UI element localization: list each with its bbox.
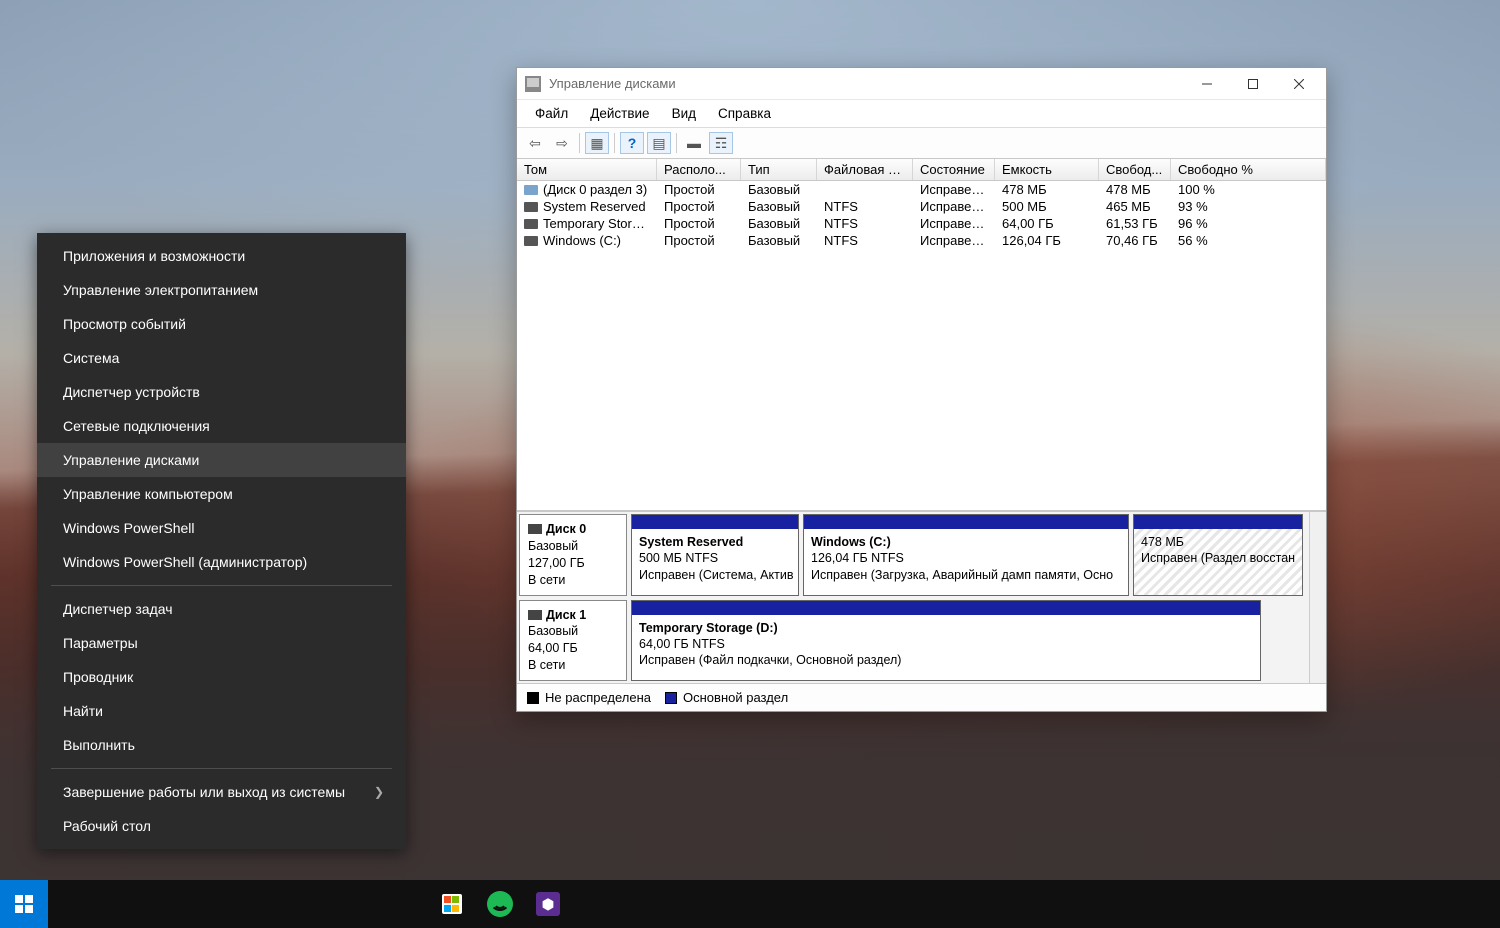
winx-item[interactable]: Windows PowerShell [37,511,406,545]
legend: Не распределена Основной раздел [517,683,1326,711]
taskbar-store-icon[interactable] [428,880,476,928]
legend-primary: Основной раздел [665,690,788,705]
column-header[interactable]: Емкость [995,159,1099,180]
volume-row[interactable]: (Диск 0 раздел 3)ПростойБазовыйИсправен.… [517,181,1326,198]
menu-bar: ФайлДействиеВидСправка [517,100,1326,128]
partition[interactable]: Temporary Storage (D:)64,00 ГБ NTFSИспра… [631,600,1261,682]
windows-icon [15,895,33,913]
disk-icon [528,610,542,620]
properties-button[interactable]: ▤ [647,132,671,154]
toolbar: ⇦ ⇨ ▦ ? ▤ ▬ ☶ [517,128,1326,159]
refresh-button[interactable]: ▦ [585,132,609,154]
menu-separator [51,585,392,586]
menu-item[interactable]: Справка [708,102,781,125]
winx-item[interactable]: Рабочий стол [37,809,406,843]
drive-icon [524,236,538,246]
disk-row: Диск 1Базовый64,00 ГБВ сетиTemporary Sto… [517,598,1309,684]
menu-separator [51,768,392,769]
toolbar-separator [676,133,677,153]
drive-icon [524,185,538,195]
column-header[interactable]: Состояние [913,159,995,180]
winx-item[interactable]: Завершение работы или выход из системы❯ [37,775,406,809]
winx-item[interactable]: Выполнить [37,728,406,762]
scrollbar[interactable] [1309,512,1326,683]
start-button[interactable] [0,880,48,928]
taskbar-spotify-icon[interactable] [476,880,524,928]
winx-item[interactable]: Система [37,341,406,375]
window-titlebar[interactable]: Управление дисками [517,68,1326,100]
winx-item[interactable]: Диспетчер устройств [37,375,406,409]
volume-row[interactable]: Windows (C:)ПростойБазовыйNTFSИсправен..… [517,232,1326,249]
minimize-button[interactable] [1184,68,1230,100]
help-button[interactable]: ? [620,132,644,154]
winx-item[interactable]: Управление электропитанием [37,273,406,307]
winx-item[interactable]: Приложения и возможности [37,239,406,273]
winx-item[interactable]: Сетевые подключения [37,409,406,443]
partition[interactable]: Windows (C:)126,04 ГБ NTFSИсправен (Загр… [803,514,1129,596]
menu-item[interactable]: Вид [662,102,706,125]
partition[interactable]: 478 МБИсправен (Раздел восстан [1133,514,1303,596]
chevron-right-icon: ❯ [374,785,384,799]
partition[interactable]: System Reserved500 МБ NTFSИсправен (Сист… [631,514,799,596]
taskbar-app-icon[interactable]: ⬢ [524,880,572,928]
winx-item[interactable]: Диспетчер задач [37,592,406,626]
column-header[interactable]: Тип [741,159,817,180]
taskbar: ⬢ [0,880,1500,928]
column-header[interactable]: Свободно % [1171,159,1326,180]
winx-item[interactable]: Найти [37,694,406,728]
disk-icon [528,524,542,534]
column-headers[interactable]: ТомРасполо...ТипФайловая с...СостояниеЕм… [517,159,1326,181]
menu-item[interactable]: Файл [525,102,578,125]
winx-item[interactable]: Управление дисками [37,443,406,477]
winx-context-menu: Приложения и возможностиУправление элект… [37,233,406,849]
window-title: Управление дисками [549,76,1184,91]
back-button[interactable]: ⇦ [523,132,547,154]
toolbar-separator [579,133,580,153]
disk-mgmt-icon [525,76,541,92]
toolbar-separator [614,133,615,153]
list-view-button[interactable]: ☶ [709,132,733,154]
forward-button[interactable]: ⇨ [550,132,574,154]
close-button[interactable] [1276,68,1322,100]
drive-icon [524,219,538,229]
disk-info[interactable]: Диск 0Базовый127,00 ГБВ сети [519,514,627,596]
column-header[interactable]: Располо... [657,159,741,180]
column-header[interactable]: Файловая с... [817,159,913,180]
menu-item[interactable]: Действие [580,102,659,125]
maximize-button[interactable] [1230,68,1276,100]
volume-row[interactable]: Temporary Storag...ПростойБазовыйNTFSИсп… [517,215,1326,232]
disk-row: Диск 0Базовый127,00 ГБВ сетиSystem Reser… [517,512,1309,598]
winx-item[interactable]: Управление компьютером [37,477,406,511]
disk-info[interactable]: Диск 1Базовый64,00 ГБВ сети [519,600,627,682]
volume-row[interactable]: System ReservedПростойБазовыйNTFSИсправе… [517,198,1326,215]
column-header[interactable]: Свобод... [1099,159,1171,180]
legend-unallocated: Не распределена [527,690,651,705]
winx-item[interactable]: Просмотр событий [37,307,406,341]
list-spacer [517,249,1326,511]
winx-item[interactable]: Проводник [37,660,406,694]
column-header[interactable]: Том [517,159,657,180]
drive-icon [524,202,538,212]
graphical-view: Диск 0Базовый127,00 ГБВ сетиSystem Reser… [517,511,1326,683]
view-button[interactable]: ▬ [682,132,706,154]
volume-list: ТомРасполо...ТипФайловая с...СостояниеЕм… [517,159,1326,249]
winx-item[interactable]: Параметры [37,626,406,660]
winx-item[interactable]: Windows PowerShell (администратор) [37,545,406,579]
disk-management-window: Управление дисками ФайлДействиеВидСправк… [516,67,1327,712]
